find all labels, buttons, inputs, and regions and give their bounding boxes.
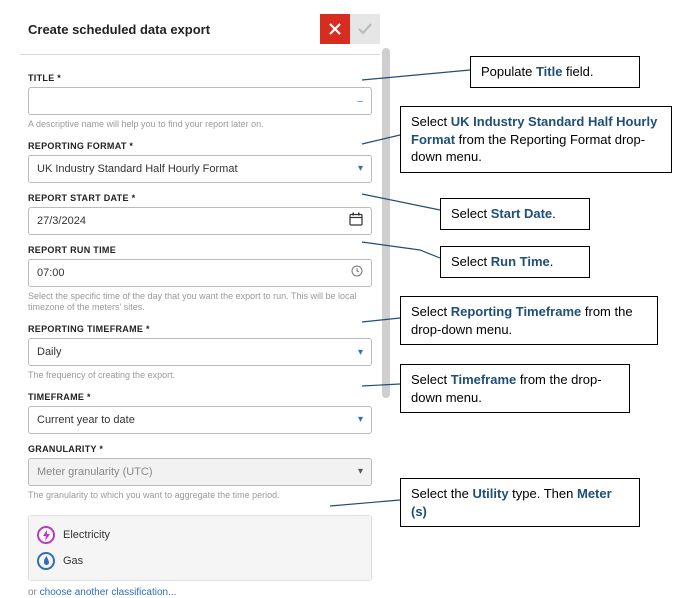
leader-lines	[0, 0, 688, 560]
choose-classification-link[interactable]: or choose another classification...	[28, 587, 372, 598]
